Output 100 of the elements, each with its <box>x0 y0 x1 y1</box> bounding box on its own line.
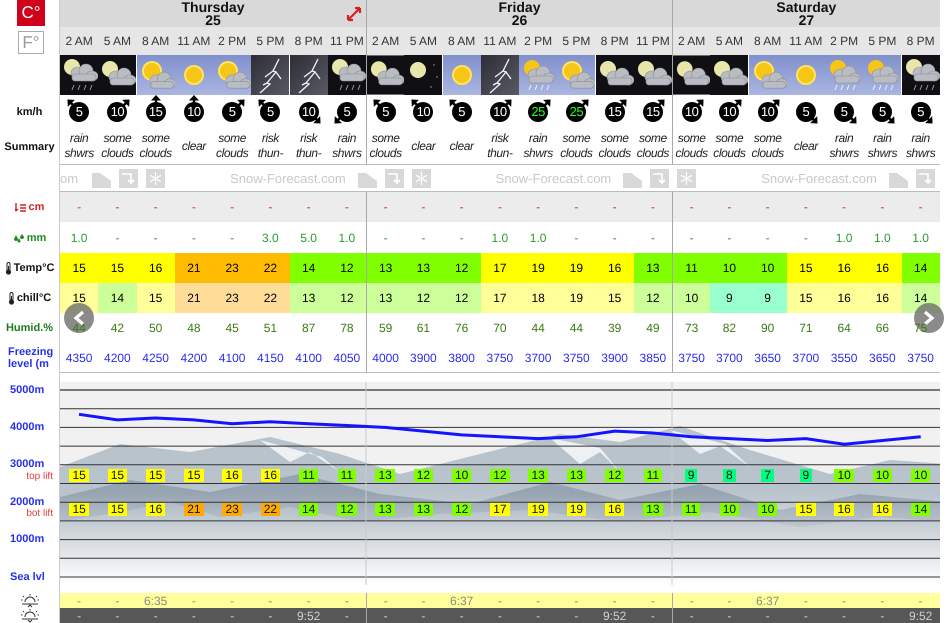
day-date: 25 <box>205 14 221 26</box>
wind-chill-cell: 14 <box>98 283 136 313</box>
sunset-time: - <box>634 608 672 623</box>
temperature-cell: 22 <box>251 253 290 283</box>
top-lift-temperature: 12 <box>604 469 624 482</box>
humidity-value: 71 <box>799 321 813 335</box>
wind-chill-cell: 13 <box>290 283 328 313</box>
humidity-value: 76 <box>454 321 468 335</box>
humidity-value: 82 <box>722 321 736 335</box>
bottom-lift-temperature: 16 <box>834 503 854 516</box>
moon-cloud-icon <box>634 55 672 95</box>
sunrise-time: - <box>290 593 328 608</box>
time-label: 5 PM <box>251 27 290 55</box>
moon-cloud-icon <box>98 55 136 95</box>
freezing-level-value: 3700 <box>524 350 552 364</box>
sunrise-time: - <box>60 593 98 608</box>
wind-speed: 5 <box>222 102 242 122</box>
sunset-time: - <box>557 608 596 623</box>
snow-value: - <box>154 200 158 214</box>
sunset-time: - <box>213 608 252 623</box>
snow-value: - <box>536 200 540 214</box>
rain-value: - <box>154 230 158 244</box>
top-lift-temperature: 15 <box>108 469 128 482</box>
humidity-value: 87 <box>302 321 316 335</box>
temperature-cell: 10 <box>748 253 787 283</box>
wind-chill-cell: 12 <box>328 283 366 313</box>
wind-chill-cell: 22 <box>251 283 290 313</box>
top-lift-temperature: 9 <box>684 469 698 482</box>
rain-value: - <box>727 230 732 244</box>
sunset-time: - <box>748 608 787 623</box>
rain-value: 1.0 <box>912 230 929 244</box>
wind-speed: 10 <box>298 102 319 122</box>
temperature-cell: 12 <box>328 253 366 283</box>
sunrise-time: 6:35 <box>136 593 175 608</box>
rain-value: - <box>804 230 808 244</box>
temperature-cell: 19 <box>557 253 596 283</box>
unit-toggle[interactable]: C° <box>17 0 45 26</box>
freezing-level-value: 3750 <box>678 350 705 364</box>
humidity-value: 45 <box>225 321 239 335</box>
wind-speed: 10 <box>682 102 702 122</box>
sunrise-time: - <box>251 593 290 608</box>
wind-chill-cell: 15 <box>786 283 825 313</box>
snowflake-icon <box>677 168 696 188</box>
bottom-lift-temperature: 15 <box>108 503 128 516</box>
snow-value: - <box>650 200 655 214</box>
row-label: Humid.% <box>6 322 54 334</box>
sunrise-time: - <box>902 593 940 608</box>
row-label: chill°C <box>16 292 52 304</box>
freezing-level-value: 3900 <box>601 350 628 364</box>
thermometer-icon <box>8 292 15 304</box>
freezing-level-value: 3550 <box>830 350 858 364</box>
time-label: 11 AM <box>174 27 213 55</box>
sunrise-time: - <box>519 593 558 608</box>
wind-speed: 5 <box>260 102 280 122</box>
sunrise-time: 6:37 <box>748 593 787 608</box>
temperature-cell: 13 <box>366 253 404 283</box>
bottom-lift-temperature: 10 <box>758 503 778 516</box>
wind-chill-cell: 21 <box>174 283 213 313</box>
snow-value: - <box>460 200 464 214</box>
lightning-icon <box>480 55 519 95</box>
freezing-level-value: 4200 <box>180 350 208 364</box>
humidity-value: 66 <box>876 321 890 335</box>
moon-rain-cloud-icon <box>902 55 940 95</box>
time-label: 2 AM <box>672 27 710 55</box>
temperature-cell: 19 <box>519 253 558 283</box>
summary-text: clear <box>448 138 476 154</box>
bottom-lift-temperature: 16 <box>872 503 892 516</box>
rain-value: - <box>115 230 120 244</box>
freezing-level-value: 4250 <box>142 350 169 364</box>
freezing-level-value: 3900 <box>410 350 437 364</box>
wind-speed: 5 <box>872 102 892 122</box>
scroll-button[interactable] <box>64 303 94 333</box>
freezing-level-value: 3750 <box>486 350 514 364</box>
bottom-lift-temperature: 14 <box>910 503 930 516</box>
snow-value: - <box>498 200 502 214</box>
wind-speed: 10 <box>413 102 434 122</box>
summary-text: rain shwrs <box>828 131 860 161</box>
expand-icon <box>345 5 363 23</box>
humidity-value: 49 <box>646 321 660 335</box>
sunrise-time: - <box>634 593 672 608</box>
top-lift-temperature: 10 <box>910 469 930 482</box>
humidity-value: 51 <box>264 321 278 335</box>
sunset-time: - <box>60 608 98 623</box>
bottom-lift-temperature: 16 <box>604 503 624 516</box>
bottom-lift-temperature: 15 <box>69 503 89 516</box>
rain-value: - <box>766 230 770 244</box>
altitude-label: 4000m <box>10 420 44 434</box>
bottom-lift-temperature: 17 <box>490 503 510 516</box>
time-label: 2 PM <box>213 27 252 55</box>
bottom-lift-temperature: 16 <box>146 503 166 516</box>
sunset-time: - <box>786 608 825 623</box>
freezing-level-value: 4350 <box>66 350 92 364</box>
top-lift-temperature: 11 <box>338 469 356 482</box>
time-label: 8 PM <box>290 27 328 55</box>
row-label: mm <box>26 232 46 244</box>
humidity-value: 73 <box>684 321 698 335</box>
sunset-time: - <box>710 608 748 623</box>
freezing-level-value: 4150 <box>257 350 284 364</box>
humidity-value: 44 <box>531 321 545 335</box>
unit-toggle[interactable]: F° <box>18 31 44 54</box>
